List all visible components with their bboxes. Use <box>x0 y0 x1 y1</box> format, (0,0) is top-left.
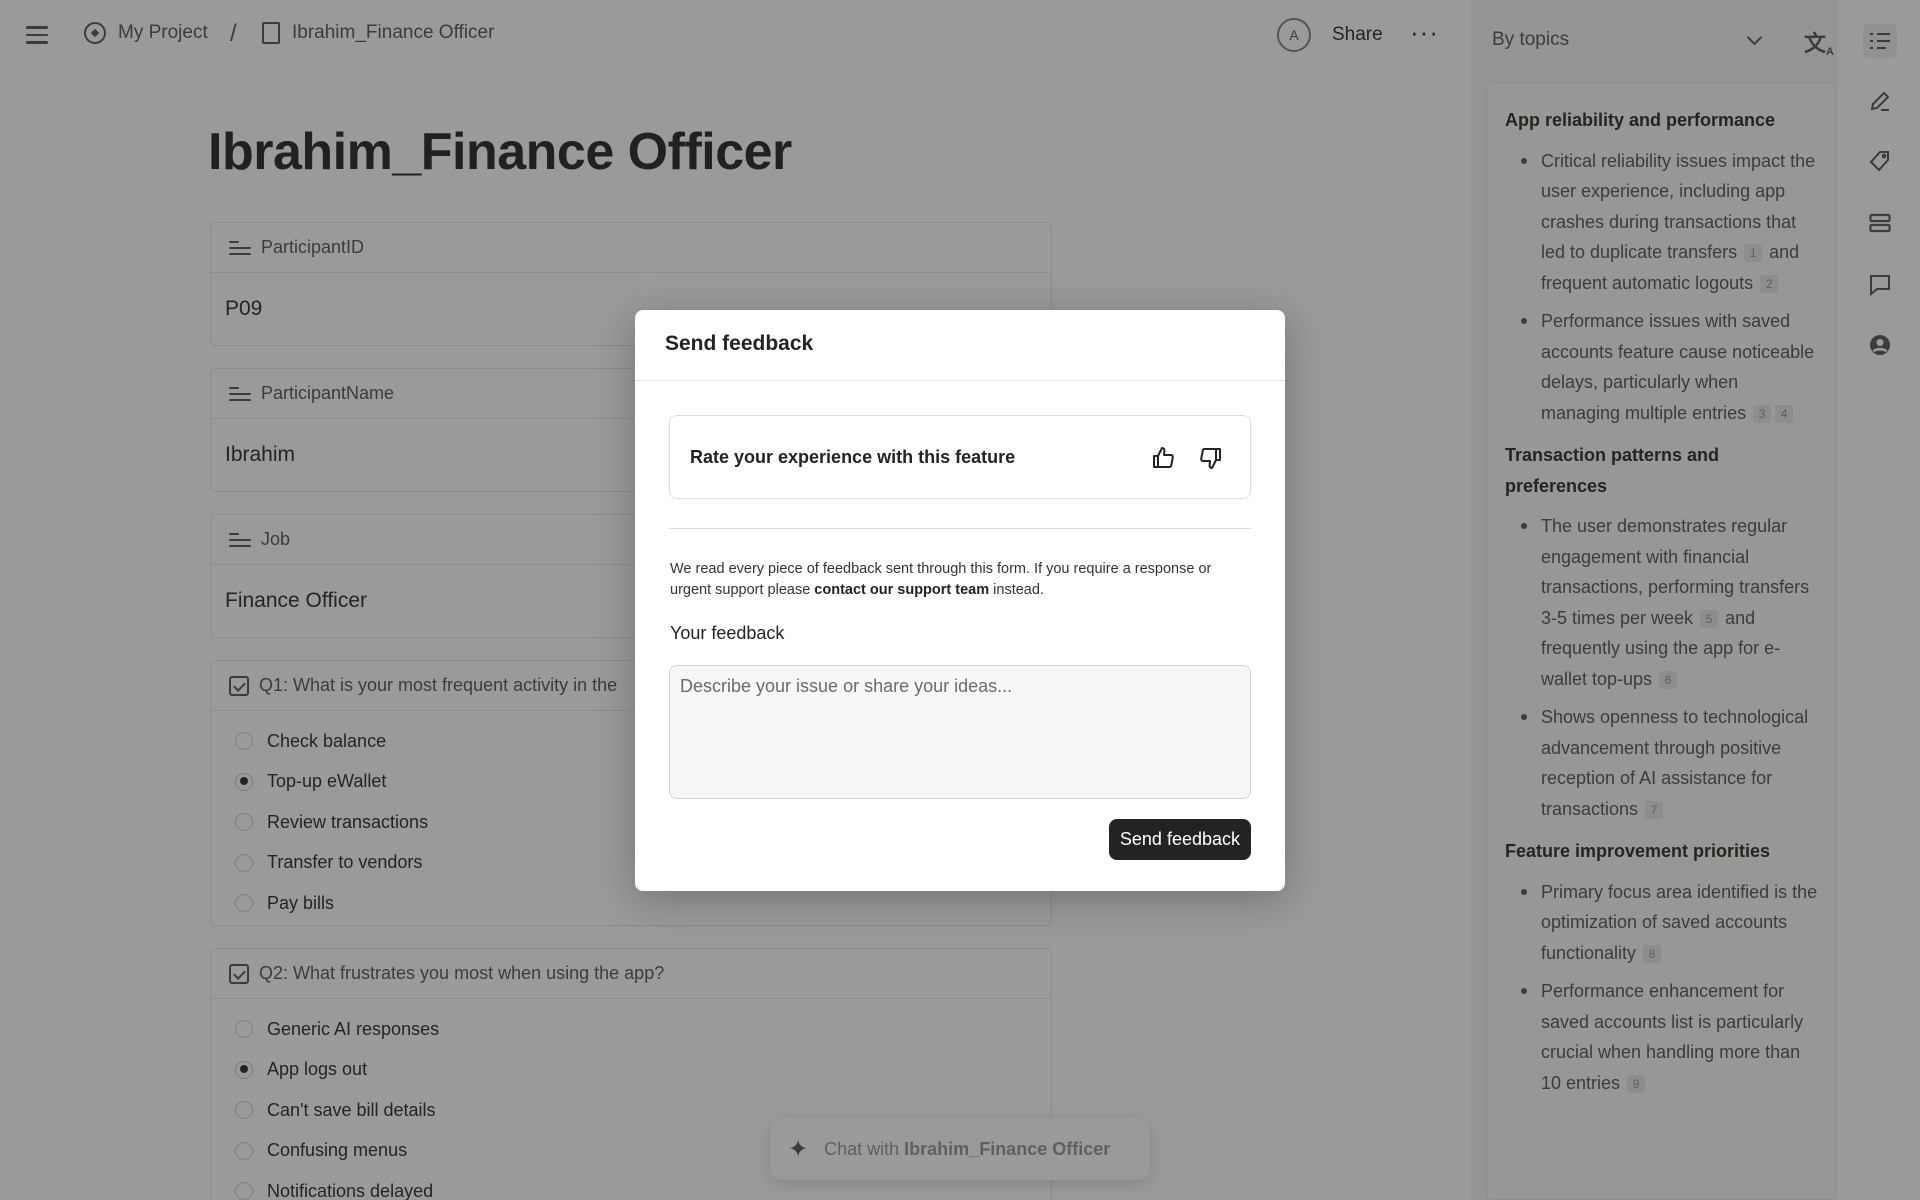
thumbs-up-icon[interactable] <box>1148 442 1180 474</box>
note-suffix: instead. <box>993 582 1044 598</box>
feedback-textarea[interactable] <box>669 665 1251 799</box>
rating-box: Rate your experience with this feature <box>669 415 1251 499</box>
support-team-link[interactable]: contact our support team <box>814 582 989 598</box>
send-feedback-button[interactable]: Send feedback <box>1108 819 1251 860</box>
send-feedback-dialog: Send feedback Rate your experience with … <box>635 310 1285 891</box>
rating-prompt: Rate your experience with this feature <box>690 446 1016 467</box>
thumbs-down-icon[interactable] <box>1194 442 1226 474</box>
divider <box>635 380 1285 381</box>
dialog-title: Send feedback <box>665 332 814 355</box>
divider <box>669 528 1251 529</box>
feedback-note: We read every piece of feedback sent thr… <box>670 559 1230 601</box>
feedback-label: Your feedback <box>670 623 785 643</box>
